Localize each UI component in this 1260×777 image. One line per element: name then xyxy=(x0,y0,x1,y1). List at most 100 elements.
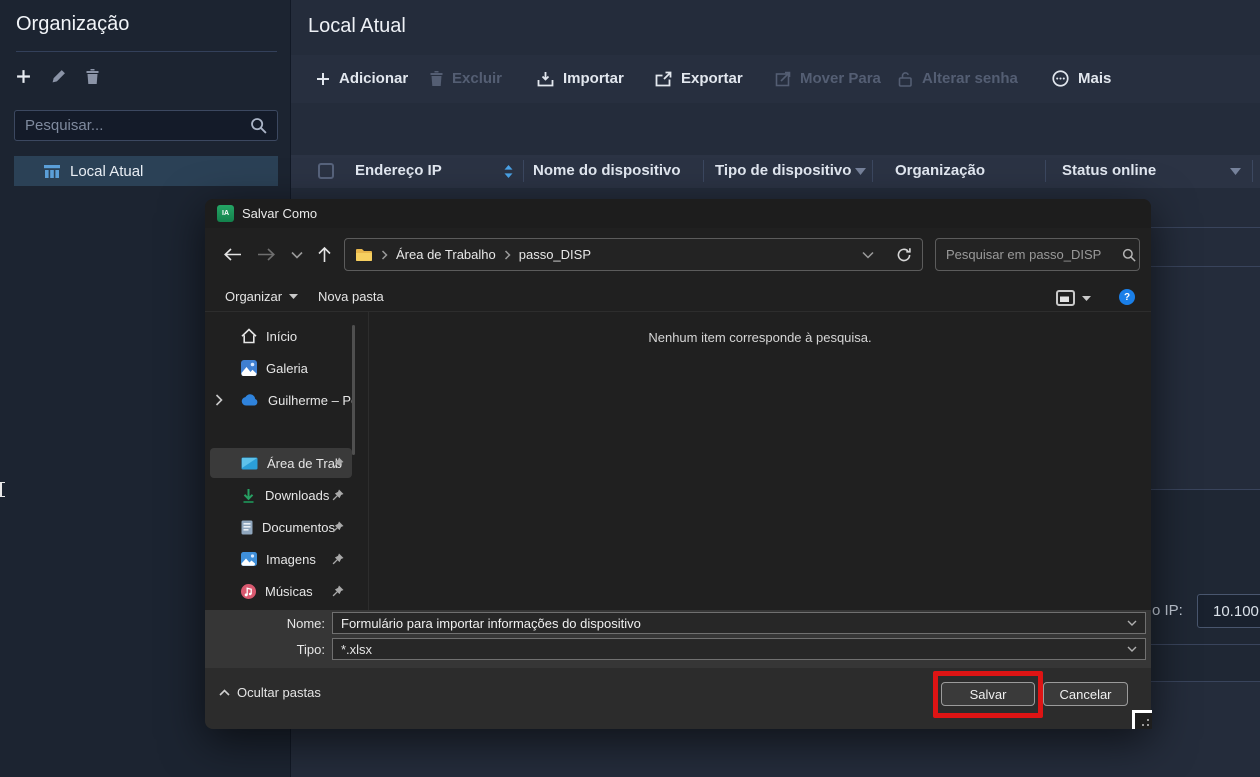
trash-icon xyxy=(86,69,99,84)
col-status-online[interactable]: Status online xyxy=(1062,162,1156,179)
edit-org-button[interactable] xyxy=(51,69,66,84)
gallery-icon xyxy=(241,360,257,376)
chevron-down-icon xyxy=(291,251,303,259)
nav-scrollbar[interactable] xyxy=(352,325,355,455)
trash-icon xyxy=(430,71,443,86)
nav-item-documentos[interactable]: Documentos xyxy=(210,512,352,542)
address-bar[interactable]: Área de Trabalho passo_DISP xyxy=(344,238,923,271)
nav-item-downloads[interactable]: Downloads xyxy=(210,480,352,510)
filter-chevron-icon[interactable] xyxy=(1230,168,1241,175)
add-org-button[interactable] xyxy=(16,69,31,84)
mover-para-button: Mover Para xyxy=(775,70,881,87)
breadcrumb-area-de-trabalho[interactable]: Área de Trabalho xyxy=(396,247,496,262)
up-button[interactable] xyxy=(317,246,332,263)
document-icon xyxy=(241,520,253,535)
new-folder-button[interactable]: Nova pasta xyxy=(318,289,384,304)
dialog-titlebar[interactable]: IA Salvar Como xyxy=(205,199,1151,228)
cancel-button[interactable]: Cancelar xyxy=(1043,682,1128,706)
nav-item-onedrive-guilherme[interactable]: Guilherme – Pes xyxy=(210,385,352,415)
col-organizacao[interactable]: Organização xyxy=(895,162,985,179)
importar-button[interactable]: Importar xyxy=(537,70,624,87)
pin-icon xyxy=(332,521,344,533)
hide-folders-button[interactable]: Ocultar pastas xyxy=(219,685,321,700)
forward-arrow-icon xyxy=(257,247,276,262)
dialog-search-input[interactable] xyxy=(946,247,1122,262)
back-button[interactable] xyxy=(223,247,242,262)
breadcrumb-chevron-icon xyxy=(381,250,388,260)
filename-field[interactable] xyxy=(332,612,1146,634)
help-button[interactable]: ? xyxy=(1119,289,1135,305)
filetype-select[interactable]: *.xlsx xyxy=(332,638,1146,660)
desktop-icon xyxy=(241,457,258,470)
back-arrow-icon xyxy=(223,247,242,262)
dialog-nav-pane: Início Galeria Guilherme – Pes Área de T… xyxy=(205,312,365,610)
onedrive-cloud-icon xyxy=(241,394,259,406)
alterar-senha-button: Alterar senha xyxy=(898,70,1018,87)
home-icon xyxy=(241,328,257,344)
empty-folder-message: Nenhum item corresponde à pesquisa. xyxy=(369,330,1151,345)
adicionar-button[interactable]: Adicionar xyxy=(316,70,408,87)
resize-grip[interactable] xyxy=(1132,710,1152,729)
dialog-command-bar: Organizar Nova pasta ? xyxy=(205,283,1151,312)
org-search[interactable] xyxy=(14,110,278,141)
forward-button[interactable] xyxy=(257,247,276,262)
organize-menu[interactable]: Organizar xyxy=(225,289,298,304)
file-list-area[interactable]: Nenhum item corresponde à pesquisa. xyxy=(369,312,1151,610)
exportar-button[interactable]: Exportar xyxy=(655,70,743,87)
dropdown-triangle-icon[interactable] xyxy=(1082,296,1091,301)
lock-icon xyxy=(898,71,913,87)
column-separator xyxy=(872,160,873,182)
chevron-up-icon xyxy=(219,689,230,696)
pencil-icon xyxy=(51,69,66,84)
import-icon xyxy=(537,71,554,87)
breadcrumb-passo-disp[interactable]: passo_DISP xyxy=(519,247,591,262)
divider xyxy=(16,51,277,52)
plus-icon xyxy=(316,72,330,86)
chevron-right-icon[interactable] xyxy=(215,394,223,406)
nav-item-musicas[interactable]: Músicas xyxy=(210,576,352,606)
select-all-checkbox[interactable] xyxy=(318,163,334,179)
search-icon xyxy=(250,117,267,134)
export-icon xyxy=(655,71,672,87)
pin-icon xyxy=(332,585,344,597)
column-separator xyxy=(1252,160,1253,182)
music-icon xyxy=(241,584,256,599)
refresh-icon[interactable] xyxy=(896,247,912,263)
device-toolbar: Adicionar Excluir Importar Exportar Move… xyxy=(291,55,1260,103)
mais-button[interactable]: Mais xyxy=(1052,70,1111,87)
filetype-value: *.xlsx xyxy=(341,642,1127,657)
combo-chevron-icon[interactable] xyxy=(1127,620,1137,626)
column-separator xyxy=(1045,160,1046,182)
address-dropdown-icon[interactable] xyxy=(862,251,874,259)
nav-item-imagens[interactable]: Imagens xyxy=(210,544,352,574)
filetype-label: Tipo: xyxy=(205,642,325,657)
text-cursor-artifact xyxy=(0,482,5,497)
dialog-search[interactable] xyxy=(935,238,1140,271)
col-tipo-dispositivo[interactable]: Tipo de dispositivo xyxy=(715,162,851,179)
org-search-input[interactable] xyxy=(25,117,250,134)
sort-icon[interactable] xyxy=(504,165,513,178)
nav-item-area-de-trabalho[interactable]: Área de Trab xyxy=(210,448,352,478)
dropdown-triangle-icon xyxy=(289,294,298,299)
downloads-icon xyxy=(241,488,256,503)
organization-icon xyxy=(43,164,61,179)
tree-item-label: Local Atual xyxy=(70,163,143,180)
recent-locations-button[interactable] xyxy=(291,251,303,259)
filter-chevron-icon[interactable] xyxy=(855,168,866,175)
pin-icon xyxy=(332,553,344,565)
breadcrumb-chevron-icon xyxy=(504,250,511,260)
col-nome-dispositivo[interactable]: Nome do dispositivo xyxy=(533,162,681,179)
col-endereco-ip[interactable]: Endereço IP xyxy=(355,162,442,179)
filename-input[interactable] xyxy=(341,616,1127,631)
dialog-title: Salvar Como xyxy=(242,206,317,221)
save-as-dialog: IA Salvar Como Área de Trabalho passo_DI… xyxy=(205,199,1151,729)
view-mode-button[interactable] xyxy=(1056,290,1091,306)
combo-chevron-icon[interactable] xyxy=(1127,646,1137,652)
name-label: Nome: xyxy=(205,616,325,631)
nav-item-galeria[interactable]: Galeria xyxy=(210,353,352,383)
save-button[interactable]: Salvar xyxy=(941,682,1035,706)
nav-item-inicio[interactable]: Início xyxy=(210,321,352,351)
sidebar-item-local-atual[interactable]: Local Atual xyxy=(14,156,278,186)
ip-input[interactable]: 10.100.26 xyxy=(1197,594,1260,628)
delete-org-button[interactable] xyxy=(86,69,99,84)
